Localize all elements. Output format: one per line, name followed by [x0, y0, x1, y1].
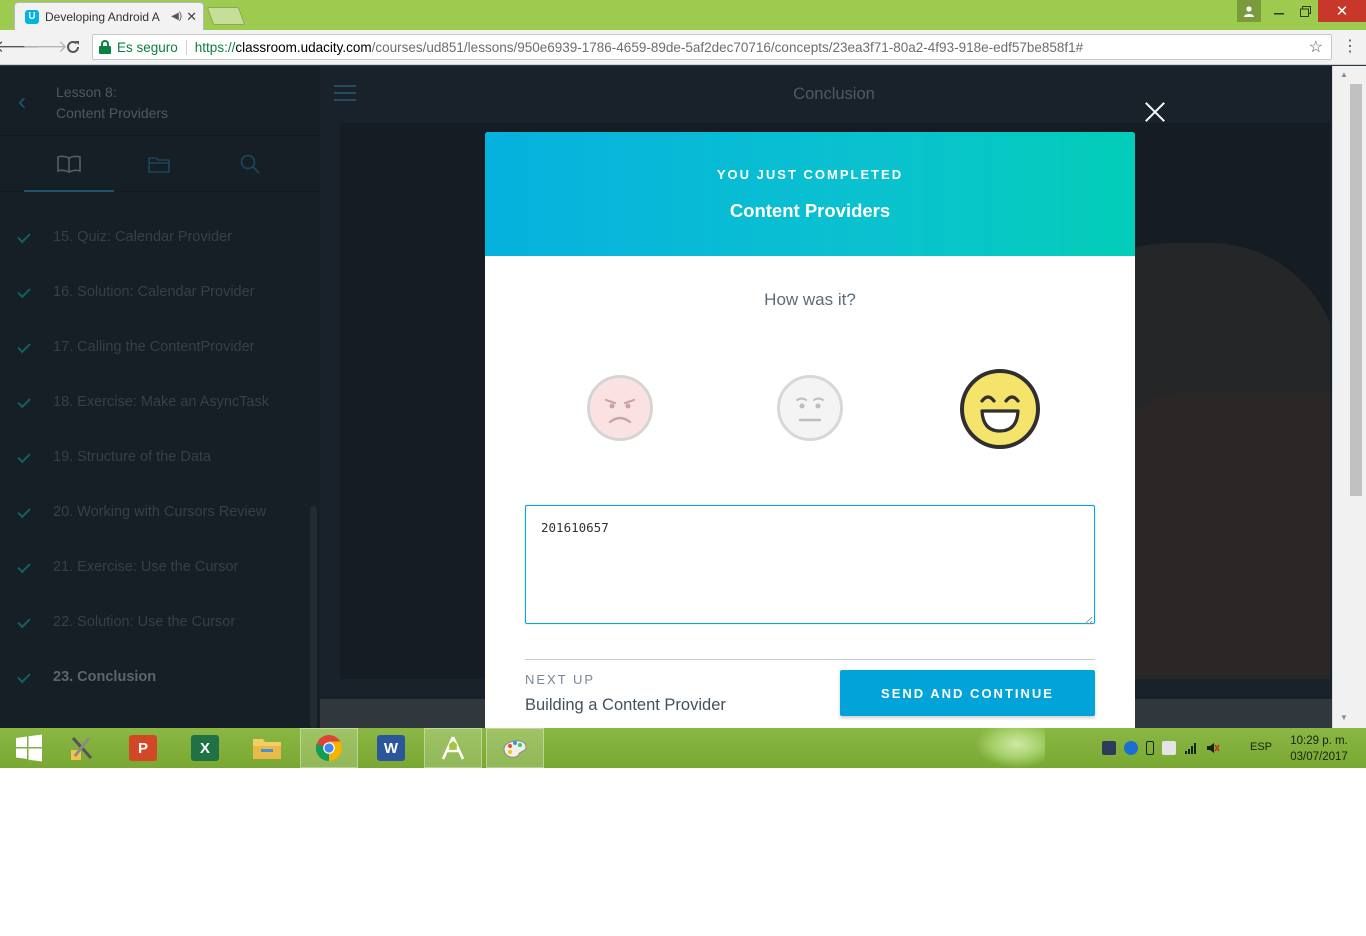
- speaker-icon[interactable]: ◀): [171, 11, 182, 22]
- windows-start-icon[interactable]: [0, 728, 58, 768]
- window-close-button[interactable]: ✕: [1318, 0, 1366, 22]
- chrome-icon[interactable]: [300, 728, 358, 768]
- close-icon[interactable]: [1140, 97, 1170, 127]
- page-scrollbar-thumb[interactable]: [1350, 84, 1362, 496]
- reload-icon[interactable]: [62, 36, 84, 58]
- signal-icon[interactable]: [1184, 741, 1198, 755]
- url-scheme: https://: [194, 39, 236, 55]
- flag-icon[interactable]: [1162, 741, 1176, 755]
- forward-arrow-icon[interactable]: 🡒: [22, 36, 68, 58]
- paint-icon[interactable]: [486, 728, 544, 768]
- network-drive-icon[interactable]: [1102, 741, 1116, 755]
- bookmark-star-icon[interactable]: ☆: [1309, 37, 1323, 57]
- clock-date: 03/07/2017: [1290, 751, 1348, 763]
- next-up-label: NEXT UP: [525, 672, 596, 687]
- file-explorer-icon[interactable]: [238, 728, 296, 768]
- wallpaper-leaf: [975, 728, 1045, 768]
- browser-menu-icon[interactable]: ⋮: [1342, 36, 1358, 58]
- feedback-textarea[interactable]: 201610657: [525, 505, 1095, 624]
- textarea-resize-grip-icon[interactable]: [1083, 612, 1093, 625]
- excel-icon[interactable]: X: [176, 728, 234, 768]
- scroll-up-arrow-icon[interactable]: ▲: [1340, 70, 1348, 79]
- sad-face-icon[interactable]: [587, 375, 653, 441]
- lock-icon: [99, 40, 111, 54]
- word-icon[interactable]: W: [362, 728, 420, 768]
- send-and-continue-button[interactable]: SEND AND CONTINUE: [840, 670, 1095, 716]
- browser-tab[interactable]: U Developing Android A ◀) ✕: [14, 2, 204, 30]
- profile-icon[interactable]: [1237, 0, 1261, 22]
- next-lesson-title: Building a Content Provider: [525, 696, 726, 714]
- tab-close-button[interactable]: ✕: [186, 9, 197, 25]
- clock[interactable]: 10:29 p. m. 03/07/2017: [1284, 733, 1354, 765]
- lesson-complete-dialog: YOU JUST COMPLETED Content Providers How…: [485, 132, 1135, 728]
- completed-lesson-title: Content Providers: [729, 200, 891, 221]
- completion-kicker: YOU JUST COMPLETED: [716, 167, 904, 182]
- address-bar[interactable]: Es seguro https:// classroom.udacity.com…: [92, 34, 1332, 60]
- browser-toolbar: 🡐 🡒 Es seguro https:// classroom.udacity…: [0, 30, 1366, 65]
- tools-app-icon[interactable]: [52, 728, 110, 768]
- screen: U Developing Android A ◀) ✕ ✕ 🡐 🡒 Es seg…: [0, 0, 1366, 768]
- url-host: classroom.udacity.com: [235, 39, 372, 55]
- system-tray: [1098, 728, 1224, 768]
- ie-icon[interactable]: [1124, 741, 1138, 755]
- android-studio-icon[interactable]: [424, 728, 482, 768]
- secure-label: Es seguro: [117, 39, 187, 55]
- window-restore-button[interactable]: [1292, 0, 1318, 22]
- new-tab-button[interactable]: [206, 7, 246, 25]
- udacity-favicon-icon: U: [25, 9, 39, 24]
- tab-title: Developing Android A: [45, 9, 160, 24]
- completion-banner: YOU JUST COMPLETED Content Providers: [485, 132, 1135, 256]
- url-path: /courses/ud851/lessons/950e6939-1786-465…: [371, 39, 1084, 55]
- rating-question: How was it?: [764, 290, 856, 309]
- input-language[interactable]: ESP: [1250, 741, 1272, 753]
- happy-face-icon[interactable]: [960, 369, 1040, 449]
- speaker-muted-icon[interactable]: [1206, 741, 1220, 755]
- window-minimize-button[interactable]: [1266, 0, 1292, 22]
- battery-icon[interactable]: [1146, 741, 1154, 755]
- divider: [525, 659, 1095, 660]
- clock-time: 10:29 p. m.: [1290, 735, 1348, 747]
- browser-tab-strip: U Developing Android A ◀) ✕ ✕: [0, 0, 1366, 30]
- neutral-face-icon[interactable]: [777, 375, 843, 441]
- scroll-down-arrow-icon[interactable]: ▼: [1340, 713, 1348, 722]
- powerpoint-icon[interactable]: P: [114, 728, 172, 768]
- windows-taskbar: P X W ESP 10:29 p. m. 03/07/2017: [0, 728, 1366, 768]
